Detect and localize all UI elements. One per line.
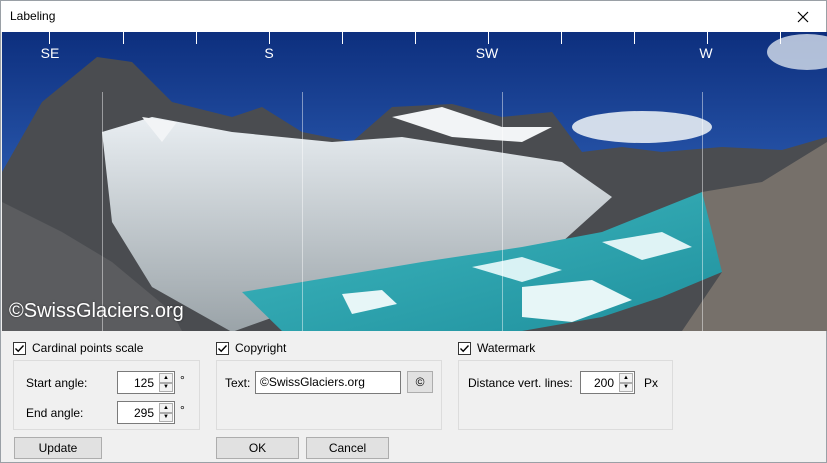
- checkmark-icon: [15, 344, 25, 352]
- vertical-guide-line: [502, 92, 503, 331]
- scale-tick: [342, 32, 343, 44]
- checkbox-box[interactable]: [13, 341, 26, 355]
- spin-down-arrow-icon[interactable]: ▼: [619, 382, 633, 392]
- copyright-text-label: Text:: [225, 376, 251, 390]
- checkbox-box[interactable]: [216, 341, 229, 355]
- copyright-checkbox[interactable]: Copyright: [216, 341, 286, 355]
- cardinal-scale-checkbox[interactable]: Cardinal points scale: [13, 341, 143, 355]
- scale-tick: [269, 32, 270, 44]
- scale-tick: [561, 32, 562, 44]
- watermark-checkbox[interactable]: Watermark: [458, 341, 535, 355]
- update-button[interactable]: Update: [14, 437, 102, 459]
- scale-tick: [488, 32, 489, 44]
- end-angle-label: End angle:: [26, 406, 84, 420]
- copyright-text-value: ©SwissGlaciers.org: [260, 375, 365, 389]
- title-bar: Labeling: [1, 1, 826, 32]
- cardinal-scale-group: Start angle: 125 ▲ ▼ ° End angle: 295 ▲ …: [13, 360, 200, 430]
- vertical-guide-line: [302, 92, 303, 331]
- distance-label: Distance vert. lines:: [468, 376, 573, 390]
- scale-tick: [415, 32, 416, 44]
- checkmark-icon: [460, 344, 470, 352]
- close-button[interactable]: [780, 1, 826, 32]
- spin-up-arrow-icon[interactable]: ▲: [159, 403, 173, 413]
- checkmark-icon: [218, 344, 228, 352]
- spin-up-arrow-icon[interactable]: ▲: [159, 373, 173, 383]
- end-angle-value: 295: [133, 406, 154, 420]
- end-angle-stepper[interactable]: 295 ▲ ▼: [117, 401, 175, 424]
- spin-down-arrow-icon[interactable]: ▼: [159, 412, 173, 422]
- copyright-text-field[interactable]: ©SwissGlaciers.org: [255, 371, 401, 394]
- spin-down-arrow-icon[interactable]: ▼: [159, 382, 173, 392]
- scale-tick: [49, 32, 50, 44]
- cancel-button-label: Cancel: [328, 441, 367, 455]
- start-angle-value: 125: [133, 376, 154, 390]
- start-angle-unit: °: [180, 373, 185, 387]
- close-icon: [797, 11, 809, 22]
- scale-tick: [196, 32, 197, 44]
- copyright-group: Text: ©SwissGlaciers.org ©: [216, 360, 442, 430]
- start-angle-label: Start angle:: [26, 376, 88, 390]
- cardinal-scale-overlay: SE S SW W: [2, 32, 827, 62]
- distance-unit: Px: [644, 376, 659, 390]
- distance-stepper[interactable]: 200 ▲ ▼: [580, 371, 635, 394]
- panorama-image: [2, 32, 827, 331]
- start-angle-stepper[interactable]: 125 ▲ ▼: [117, 371, 175, 394]
- distance-value: 200: [593, 376, 614, 390]
- ok-button-label: OK: [248, 441, 267, 455]
- vertical-guide-line: [702, 92, 703, 331]
- vertical-guide-line: [102, 92, 103, 331]
- update-button-label: Update: [38, 441, 78, 455]
- watermark-label: Watermark: [477, 341, 536, 355]
- labeling-dialog: Labeling SE S SW W ©SwissGlaciers.org Ca…: [0, 0, 827, 463]
- scale-tick: [707, 32, 708, 44]
- direction-label-se: SE: [40, 45, 60, 61]
- window-title: Labeling: [10, 9, 56, 23]
- insert-copyright-symbol-button[interactable]: ©: [407, 371, 433, 393]
- end-angle-unit: °: [180, 403, 185, 417]
- direction-label-w: W: [699, 45, 713, 61]
- watermark-group: Distance vert. lines: 200 ▲ ▼ Px: [458, 360, 673, 430]
- copyright-symbol-label: ©: [415, 375, 425, 389]
- copyright-label: Copyright: [235, 341, 287, 355]
- scale-tick: [123, 32, 124, 44]
- scale-tick: [780, 32, 781, 44]
- checkbox-box[interactable]: [458, 341, 471, 355]
- copyright-watermark: ©SwissGlaciers.org: [9, 300, 184, 322]
- cardinal-scale-label: Cardinal points scale: [32, 341, 144, 355]
- panorama-preview: SE S SW W ©SwissGlaciers.org: [2, 32, 827, 331]
- direction-label-s: S: [264, 45, 274, 61]
- direction-label-sw: SW: [475, 45, 499, 61]
- spin-up-arrow-icon[interactable]: ▲: [619, 373, 633, 383]
- ok-button[interactable]: OK: [216, 437, 299, 459]
- cancel-button[interactable]: Cancel: [306, 437, 389, 459]
- scale-tick: [634, 32, 635, 44]
